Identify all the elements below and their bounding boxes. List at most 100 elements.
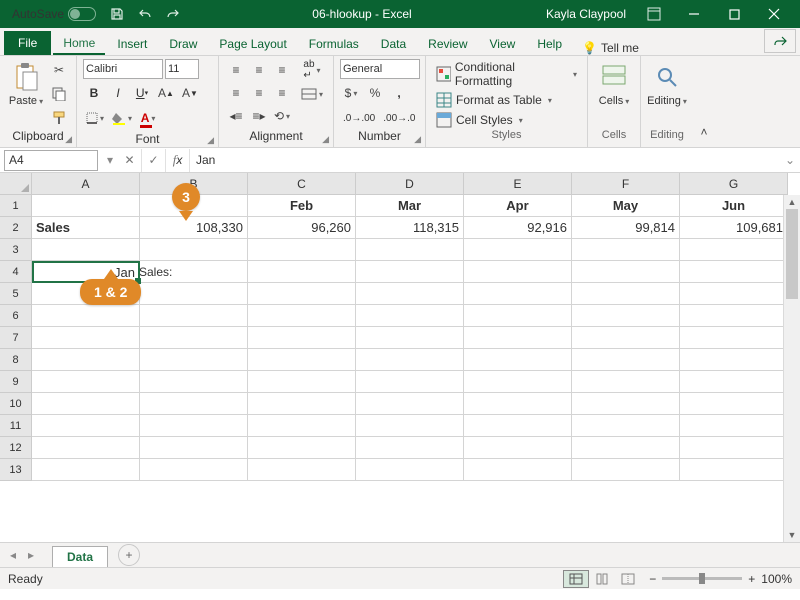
- underline-button[interactable]: U▾: [131, 82, 153, 104]
- cell-G3[interactable]: [680, 239, 788, 261]
- save-button[interactable]: [104, 2, 130, 26]
- cell-C7[interactable]: [248, 327, 356, 349]
- cell-F7[interactable]: [572, 327, 680, 349]
- cell-F2[interactable]: 99,814: [572, 217, 680, 239]
- cell-F11[interactable]: [572, 415, 680, 437]
- cell-E11[interactable]: [464, 415, 572, 437]
- cell-A3[interactable]: [32, 239, 140, 261]
- tab-insert[interactable]: Insert: [107, 33, 157, 55]
- cell-G4[interactable]: [680, 261, 788, 283]
- font-name-combo[interactable]: [83, 59, 163, 79]
- borders-button[interactable]: [83, 107, 107, 129]
- editing-button[interactable]: Editing: [647, 59, 687, 125]
- minimize-button[interactable]: [674, 0, 714, 28]
- cell-E3[interactable]: [464, 239, 572, 261]
- cell-G12[interactable]: [680, 437, 788, 459]
- percent-button[interactable]: %: [364, 82, 386, 104]
- cell-C5[interactable]: [248, 283, 356, 305]
- row-header-4[interactable]: 4: [0, 261, 32, 283]
- close-button[interactable]: [754, 0, 794, 28]
- cell-A6[interactable]: [32, 305, 140, 327]
- zoom-in-button[interactable]: +: [748, 572, 755, 586]
- bold-button[interactable]: B: [83, 82, 105, 104]
- tab-review[interactable]: Review: [418, 33, 477, 55]
- redo-button[interactable]: [160, 2, 186, 26]
- row-header-12[interactable]: 12: [0, 437, 32, 459]
- row-header-7[interactable]: 7: [0, 327, 32, 349]
- cell-E5[interactable]: [464, 283, 572, 305]
- accounting-button[interactable]: $: [340, 82, 362, 104]
- col-header-a[interactable]: A: [32, 173, 140, 195]
- launcher-icon[interactable]: ◢: [207, 135, 214, 146]
- cell-A10[interactable]: [32, 393, 140, 415]
- comma-button[interactable]: ,: [388, 82, 410, 104]
- cell-F1[interactable]: May: [572, 195, 680, 217]
- cell-B10[interactable]: [140, 393, 248, 415]
- view-page-break-button[interactable]: [615, 570, 641, 588]
- row-header-2[interactable]: 2: [0, 217, 32, 239]
- row-header-1[interactable]: 1: [0, 195, 32, 217]
- tab-draw[interactable]: Draw: [159, 33, 207, 55]
- col-header-c[interactable]: C: [248, 173, 356, 195]
- cell-D2[interactable]: 118,315: [356, 217, 464, 239]
- cell-F12[interactable]: [572, 437, 680, 459]
- cell-D3[interactable]: [356, 239, 464, 261]
- ribbon-options-button[interactable]: [634, 0, 674, 28]
- undo-button[interactable]: [132, 2, 158, 26]
- tab-formulas[interactable]: Formulas: [299, 33, 369, 55]
- formula-input[interactable]: Jan: [190, 153, 780, 167]
- sheet-nav-next[interactable]: ▸: [22, 548, 40, 562]
- row-header-9[interactable]: 9: [0, 371, 32, 393]
- cell-F13[interactable]: [572, 459, 680, 481]
- name-box-dropdown[interactable]: ▾: [102, 153, 118, 167]
- cell-B2[interactable]: 108,330: [140, 217, 248, 239]
- font-size-combo[interactable]: [165, 59, 199, 79]
- cell-B8[interactable]: [140, 349, 248, 371]
- cell-F10[interactable]: [572, 393, 680, 415]
- cell-G6[interactable]: [680, 305, 788, 327]
- cell-E1[interactable]: Apr: [464, 195, 572, 217]
- cell-D7[interactable]: [356, 327, 464, 349]
- scroll-down-arrow[interactable]: ▼: [784, 528, 800, 542]
- share-button[interactable]: [764, 29, 796, 53]
- cell-G8[interactable]: [680, 349, 788, 371]
- cell-E13[interactable]: [464, 459, 572, 481]
- merge-button[interactable]: [297, 83, 327, 105]
- zoom-out-button[interactable]: −: [649, 572, 656, 586]
- col-header-e[interactable]: E: [464, 173, 572, 195]
- cell-D4[interactable]: [356, 261, 464, 283]
- format-as-table-button[interactable]: Format as Table: [432, 91, 581, 109]
- row-header-5[interactable]: 5: [0, 283, 32, 305]
- cell-F4[interactable]: [572, 261, 680, 283]
- cell-A11[interactable]: [32, 415, 140, 437]
- cell-C4[interactable]: [248, 261, 356, 283]
- tab-help[interactable]: Help: [527, 33, 572, 55]
- view-page-layout-button[interactable]: [589, 570, 615, 588]
- cell-E9[interactable]: [464, 371, 572, 393]
- cell-E7[interactable]: [464, 327, 572, 349]
- cell-B12[interactable]: [140, 437, 248, 459]
- cell-B11[interactable]: [140, 415, 248, 437]
- cell-D12[interactable]: [356, 437, 464, 459]
- row-header-6[interactable]: 6: [0, 305, 32, 327]
- align-left-button[interactable]: ≡: [225, 82, 247, 104]
- align-top-button[interactable]: ≡: [225, 59, 247, 81]
- worksheet[interactable]: A B C D E F G 1FebMarAprMayJun2Sales108,…: [0, 173, 800, 542]
- tab-data[interactable]: Data: [371, 33, 416, 55]
- cell-G11[interactable]: [680, 415, 788, 437]
- cell-A8[interactable]: [32, 349, 140, 371]
- cell-D5[interactable]: [356, 283, 464, 305]
- autosave-toggle[interactable]: AutoSave: [6, 7, 102, 21]
- col-header-g[interactable]: G: [680, 173, 788, 195]
- cell-C6[interactable]: [248, 305, 356, 327]
- cell-G7[interactable]: [680, 327, 788, 349]
- maximize-button[interactable]: [714, 0, 754, 28]
- cell-B7[interactable]: [140, 327, 248, 349]
- cell-D1[interactable]: Mar: [356, 195, 464, 217]
- select-all-corner[interactable]: [0, 173, 32, 195]
- cell-C9[interactable]: [248, 371, 356, 393]
- cell-G13[interactable]: [680, 459, 788, 481]
- vertical-scrollbar[interactable]: ▲ ▼: [783, 195, 800, 542]
- zoom-level[interactable]: 100%: [761, 572, 792, 586]
- tell-me[interactable]: 💡 Tell me: [582, 41, 639, 55]
